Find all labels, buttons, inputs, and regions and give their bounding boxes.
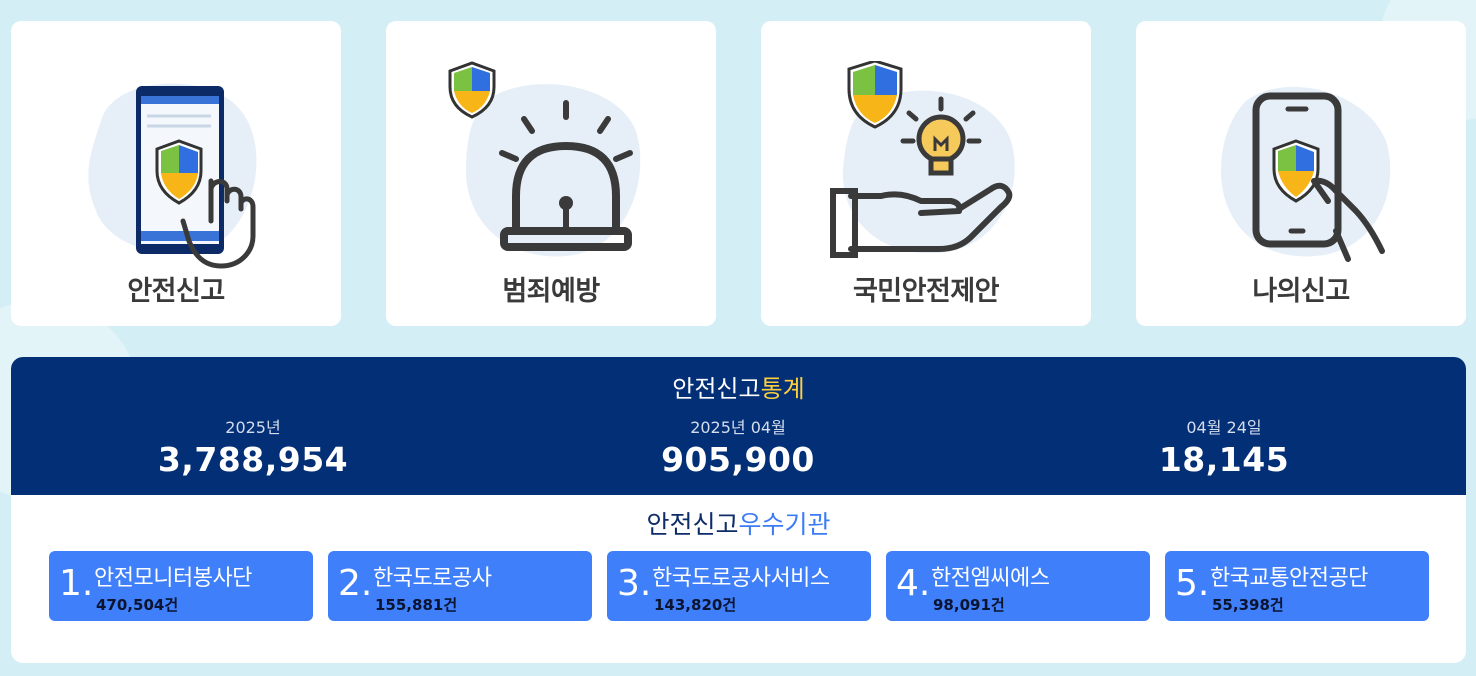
stats-header: 안전신고통계 2025년 3,788,954 2025년 04월 905,900… [11, 357, 1466, 495]
stats-title-main: 안전신고 [672, 375, 761, 403]
stats-title: 안전신고통계 [11, 369, 1466, 404]
org-rank: 3. [617, 563, 652, 604]
card-label: 안전신고 [127, 276, 225, 307]
stat-value: 905,900 [661, 440, 815, 479]
orgs-title-main: 안전신고 [646, 510, 739, 539]
phone-report-icon [88, 83, 257, 269]
org-rank: 2. [338, 563, 373, 604]
card-crime-prevention[interactable]: 범죄예방 [386, 21, 716, 326]
my-report-phone-icon [1221, 86, 1391, 262]
card-safety-proposal[interactable]: 국민안전제안 [761, 21, 1091, 326]
stats-panel: 안전신고통계 2025년 3,788,954 2025년 04월 905,900… [11, 357, 1466, 663]
stat-value: 18,145 [1158, 440, 1290, 479]
orgs-title-highlight: 우수기관 [738, 510, 831, 539]
org-item-2[interactable]: 2. 한국도로공사 155,881건 [328, 551, 592, 621]
org-count: 55,398건 [1212, 596, 1284, 614]
org-item-5[interactable]: 5. 한국교통안전공단 55,398건 [1165, 551, 1429, 621]
stat-period: 2025년 04월 [690, 418, 786, 437]
org-name: 한전엠씨에스 [931, 566, 1050, 591]
org-item-4[interactable]: 4. 한전엠씨에스 98,091건 [886, 551, 1150, 621]
card-safety-report[interactable]: 안전신고 [11, 21, 341, 326]
siren-icon [448, 61, 641, 257]
org-name: 한국교통안전공단 [1210, 566, 1368, 591]
org-item-3[interactable]: 3. 한국도로공사서비스 143,820건 [607, 551, 871, 621]
card-label: 나의신고 [1252, 276, 1350, 307]
org-rank: 4. [896, 563, 931, 604]
org-name: 한국도로공사서비스 [652, 566, 830, 591]
card-label: 범죄예방 [502, 276, 600, 307]
stats-title-highlight: 통계 [760, 375, 805, 403]
stat-period: 2025년 [225, 418, 281, 437]
org-count: 98,091건 [933, 596, 1005, 614]
org-count: 143,820건 [654, 596, 737, 614]
org-rank: 1. [59, 563, 94, 604]
idea-hand-icon [830, 61, 1015, 258]
org-item-1[interactable]: 1. 안전모니터봉사단 470,504건 [49, 551, 313, 621]
stat-month: 2025년 04월 905,900 [588, 414, 888, 479]
stat-value: 3,788,954 [157, 440, 349, 479]
card-my-reports[interactable]: 나의신고 [1136, 21, 1466, 326]
orgs-title: 안전신고우수기관 [11, 505, 1466, 541]
stat-period: 04월 24일 [1186, 418, 1262, 437]
stat-day: 04월 24일 18,145 [1074, 414, 1374, 479]
org-name: 안전모니터봉사단 [94, 566, 252, 591]
stat-year: 2025년 3,788,954 [103, 414, 403, 479]
org-count: 155,881건 [375, 596, 458, 614]
org-count: 470,504건 [96, 596, 179, 614]
service-cards: 안전신고 범죄예방 국민안전제안 나의신고 [11, 21, 1466, 326]
card-label: 국민안전제안 [852, 276, 1000, 307]
org-name: 한국도로공사 [373, 566, 492, 591]
org-rank: 5. [1175, 563, 1210, 604]
